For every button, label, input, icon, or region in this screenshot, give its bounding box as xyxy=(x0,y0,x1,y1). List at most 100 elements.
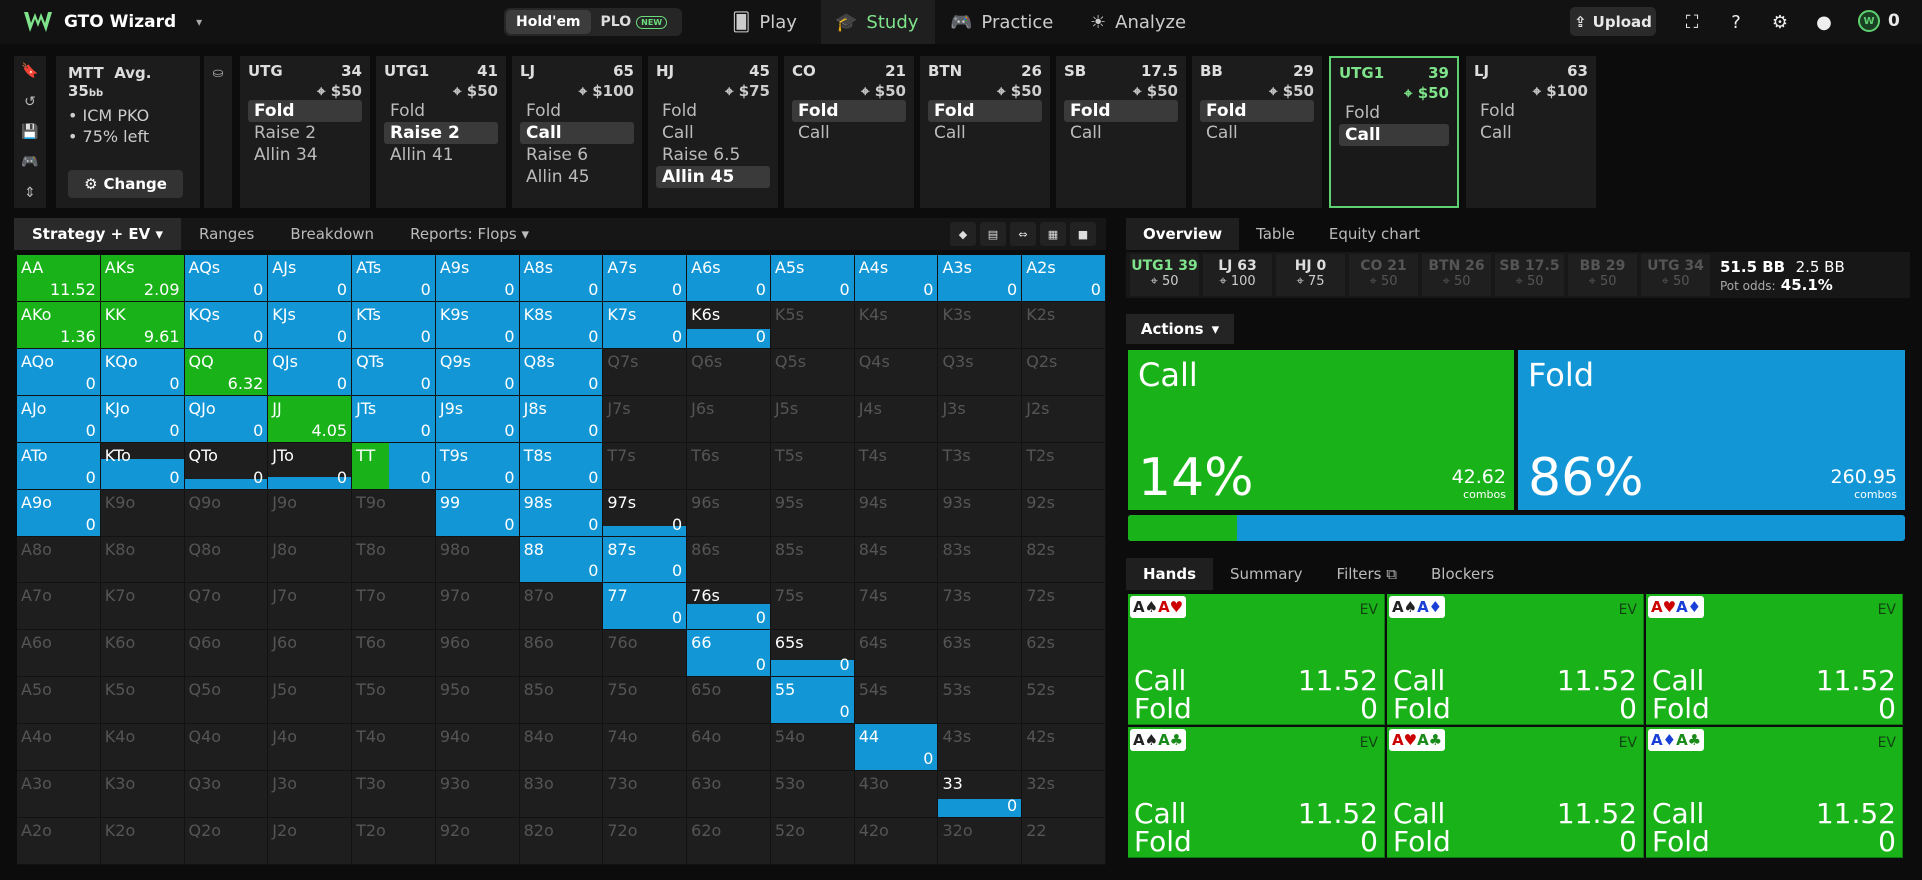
logo[interactable]: GTO Wizard ▾ xyxy=(22,9,202,35)
hand-cell[interactable]: 63s xyxy=(938,630,1023,678)
call-summary-card[interactable]: Call 14% 42.62 combos xyxy=(1128,350,1514,510)
hand-cell[interactable]: Q6s xyxy=(687,348,771,396)
hand-cell[interactable]: 54o xyxy=(770,724,855,772)
hand-cell[interactable]: Q6o xyxy=(184,630,269,678)
hand-cell[interactable]: 75o xyxy=(603,677,688,725)
hand-cell[interactable]: A8o xyxy=(17,536,101,584)
hand-cell[interactable]: 74s xyxy=(854,583,939,631)
hand-cell[interactable]: 85o xyxy=(519,677,604,725)
hand-cell[interactable]: A2o xyxy=(17,818,101,865)
cube-view-icon[interactable]: ◆ xyxy=(950,222,976,246)
hand-cell[interactable]: 0 A4s xyxy=(854,255,939,302)
chip-column[interactable]: ⛀ xyxy=(204,56,232,208)
position-action[interactable]: Call xyxy=(928,122,1042,144)
hand-cell[interactable]: 0 J9s xyxy=(435,395,520,443)
strip-position[interactable]: LJ 63 ⌖ 100 xyxy=(1203,254,1272,296)
hand-cell[interactable]: T8o xyxy=(352,536,436,584)
hand-cell[interactable]: Q4o xyxy=(184,724,269,772)
hand-cell[interactable]: 0 A5s xyxy=(770,255,855,302)
hand-cell[interactable]: T6s xyxy=(687,442,771,490)
hand-cell[interactable]: 0 Q9s xyxy=(435,348,520,396)
hand-cell[interactable]: T4o xyxy=(352,724,436,772)
hand-cell[interactable]: 0 99 xyxy=(435,489,520,537)
position-action[interactable]: Call xyxy=(1339,124,1449,146)
position-card[interactable]: UTG1 39 ⌖ $50 Fold Call xyxy=(1329,56,1459,208)
hand-cell[interactable]: 43s xyxy=(938,724,1023,772)
hand-cell[interactable]: 83o xyxy=(519,771,604,819)
hand-cell[interactable]: 0 A6s xyxy=(687,255,771,302)
hand-cell[interactable]: T7s xyxy=(603,442,688,490)
position-card[interactable]: HJ 45 ⌖ $75 Fold Call Raise 6.5 Allin 45 xyxy=(648,56,778,208)
hand-cell[interactable]: A5o xyxy=(17,677,101,725)
tab-summary[interactable]: Summary xyxy=(1213,558,1320,590)
position-action[interactable]: Raise 6 xyxy=(520,144,634,166)
gear-icon[interactable]: ⚙ xyxy=(1768,10,1792,34)
hand-cell[interactable]: 0 A2s xyxy=(1022,255,1106,302)
hand-cell[interactable]: 0 Q8s xyxy=(519,348,604,396)
position-action[interactable]: Fold xyxy=(248,100,362,122)
history-icon[interactable]: ↺ xyxy=(24,94,36,110)
hand-cell[interactable]: 0 QTs xyxy=(352,348,436,396)
upload-button[interactable]: ⇪ Upload xyxy=(1570,7,1656,36)
hand-cell[interactable]: 0 88 xyxy=(519,536,604,584)
hand-cell[interactable]: Q7o xyxy=(184,583,269,631)
position-action[interactable]: Fold xyxy=(1339,102,1449,124)
hand-cell[interactable]: 92s xyxy=(1022,489,1106,537)
position-action[interactable]: Fold xyxy=(792,100,906,122)
hand-cell[interactable]: 32s xyxy=(1022,771,1106,819)
hand-cell[interactable]: T7o xyxy=(352,583,436,631)
hand-cell[interactable]: 0 A7s xyxy=(603,255,688,302)
strip-position[interactable]: HJ 0 ⌖ 75 xyxy=(1276,254,1345,296)
position-action[interactable]: Call xyxy=(1064,122,1178,144)
strip-position[interactable]: SB 17.5 ⌖ 50 xyxy=(1495,254,1564,296)
tab-blockers[interactable]: Blockers xyxy=(1414,558,1511,590)
hand-cell[interactable]: 0 A3s xyxy=(938,255,1023,302)
position-action[interactable]: Fold xyxy=(656,100,770,122)
strip-position[interactable]: UTG1 39 ⌖ 50 xyxy=(1130,254,1199,296)
position-action[interactable]: Fold xyxy=(1474,100,1588,122)
hand-cell[interactable]: 0 A9o xyxy=(17,489,101,537)
position-action[interactable]: Call xyxy=(520,122,634,144)
hand-cell[interactable]: K5o xyxy=(100,677,185,725)
chevron-down-icon[interactable]: ▾ xyxy=(196,15,202,29)
hand-cell[interactable]: K7o xyxy=(100,583,185,631)
position-card[interactable]: LJ 63 ⌖ $100 Fold Call xyxy=(1466,56,1596,208)
tab-breakdown[interactable]: Breakdown xyxy=(272,218,392,250)
hand-cell[interactable]: A6o xyxy=(17,630,101,678)
position-action[interactable]: Fold xyxy=(520,100,634,122)
hand-cell[interactable]: K4o xyxy=(100,724,185,772)
hand-cell[interactable]: K2o xyxy=(100,818,185,865)
hand-cell[interactable]: Q2o xyxy=(184,818,269,865)
hand-cell[interactable]: 75s xyxy=(770,583,855,631)
hand-cell[interactable]: 63o xyxy=(687,771,771,819)
hand-cell[interactable]: 72s xyxy=(1022,583,1106,631)
hand-combo-cell[interactable]: A♠ A♥ EV Call 11.52 Fold 0 xyxy=(1128,594,1385,725)
position-action[interactable]: Fold xyxy=(1200,100,1314,122)
hand-cell[interactable]: 62s xyxy=(1022,630,1106,678)
hand-cell[interactable]: 6.32 QQ xyxy=(184,348,269,396)
position-action[interactable]: Fold xyxy=(384,100,498,122)
hand-cell[interactable]: T3s xyxy=(938,442,1023,490)
tab-table[interactable]: Table xyxy=(1239,218,1312,250)
hand-cell[interactable]: 94s xyxy=(854,489,939,537)
hand-cell[interactable]: A7o xyxy=(17,583,101,631)
hand-cell[interactable]: 53s xyxy=(938,677,1023,725)
hand-cell[interactable]: 85s xyxy=(770,536,855,584)
position-action[interactable]: Raise 2 xyxy=(248,122,362,144)
hand-cell[interactable]: T4s xyxy=(854,442,939,490)
hand-cell[interactable]: 62o xyxy=(687,818,771,865)
position-action[interactable]: Allin 34 xyxy=(248,144,362,166)
single-view-icon[interactable]: ■ xyxy=(1070,222,1096,246)
hand-cell[interactable]: 0 98s xyxy=(519,489,604,537)
help-icon[interactable]: ? xyxy=(1724,10,1748,34)
hand-cell[interactable]: 95o xyxy=(435,677,520,725)
position-card[interactable]: UTG1 41 ⌖ $50 Fold Raise 2 Allin 41 xyxy=(376,56,506,208)
tab-hands[interactable]: Hands xyxy=(1126,558,1214,590)
hand-cell[interactable]: 32o xyxy=(938,818,1023,865)
hand-cell[interactable]: 0 KJs xyxy=(268,301,353,349)
hand-cell[interactable]: Q5s xyxy=(770,348,855,396)
strip-position[interactable]: BB 29 ⌖ 50 xyxy=(1568,254,1637,296)
nav-play[interactable]: 🂠 Play xyxy=(716,0,818,44)
hand-cell[interactable]: 4.05 JJ xyxy=(268,395,353,443)
hand-cell[interactable]: 0 A8s xyxy=(519,255,604,302)
